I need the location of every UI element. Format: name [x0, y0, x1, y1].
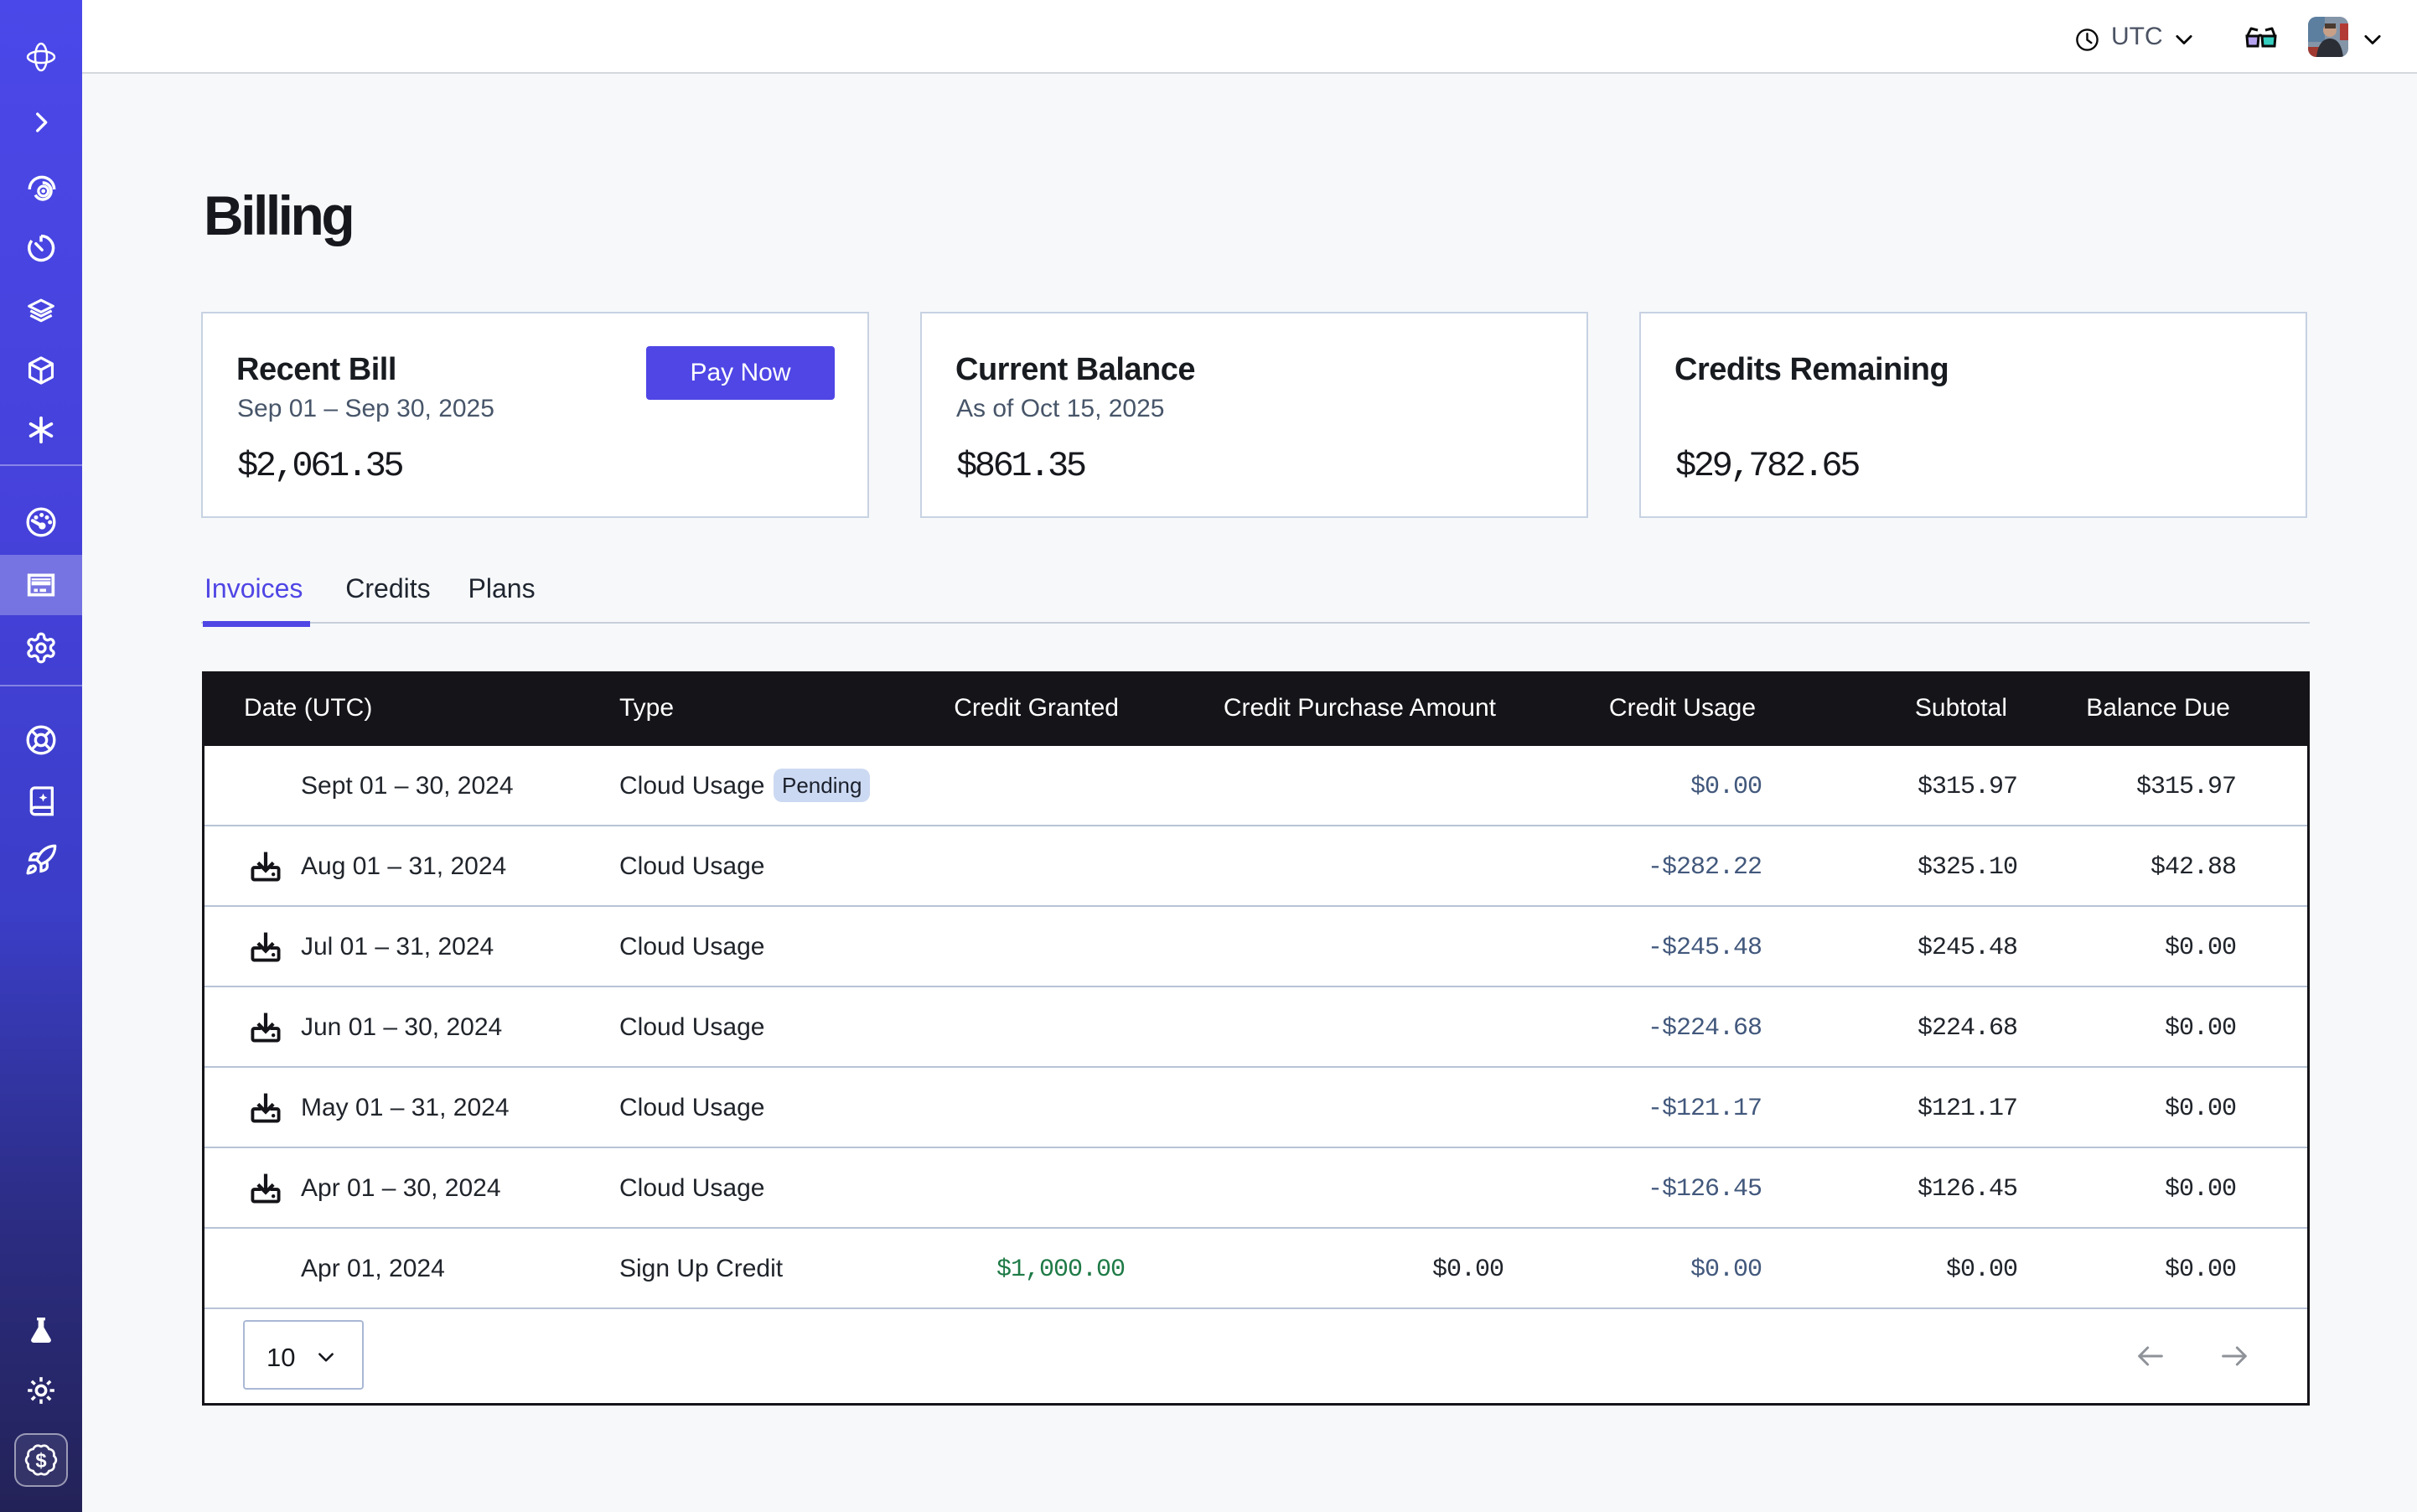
svg-text:$: $: [35, 1449, 46, 1472]
